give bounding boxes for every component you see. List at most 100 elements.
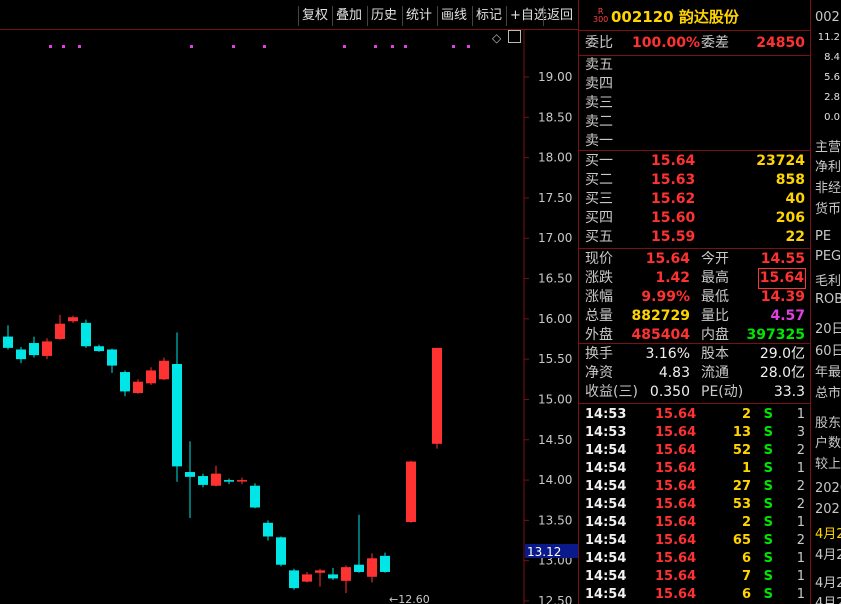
- buy-level-row: 买四 15.60 206: [579, 209, 811, 228]
- far-text-label: 户数: [815, 436, 841, 451]
- candle-body: [146, 370, 156, 384]
- buy-level-volume: 23724: [756, 153, 805, 169]
- far-text-label: 2020: [815, 481, 841, 496]
- stat-value: 15.64: [757, 268, 807, 289]
- price-tick-label: 12.50: [538, 594, 572, 604]
- tick-price: 15.64: [655, 497, 697, 512]
- sell-level-row: 卖一: [579, 132, 811, 151]
- buy-level-label: 买五: [585, 229, 613, 245]
- tick-side: S: [763, 533, 773, 548]
- quote-panel: R 300 002120 韵达股份 委比 100.00% 委差 24850 卖五卖…: [578, 0, 811, 604]
- tick-side: S: [763, 515, 773, 530]
- low-price-label: ←12.60: [389, 593, 430, 604]
- far-text-label: 4月2: [815, 576, 841, 591]
- tick-volume: 6: [741, 551, 751, 566]
- price-tick-label: 14.50: [538, 433, 572, 447]
- buy-level-price: 15.60: [651, 210, 696, 226]
- candle-body: [185, 472, 195, 477]
- tick-side: S: [763, 569, 773, 584]
- buy-level-volume: 22: [785, 229, 805, 245]
- candle-body: [237, 480, 247, 482]
- toolbar-back-button[interactable]: 返回: [543, 6, 576, 26]
- tick-price: 15.64: [655, 443, 697, 458]
- fund-label: 净资: [585, 365, 613, 381]
- stock-header: R 300 002120 韵达股份: [579, 0, 811, 31]
- far-text-label: 主营: [815, 140, 841, 155]
- far-text-label: 4月2: [815, 548, 841, 563]
- tick-side: S: [763, 407, 773, 422]
- tick-time: 14:54: [585, 533, 627, 548]
- trade-tick-row: 14:54 15.64 7 S 1: [579, 568, 811, 586]
- tick-count: 1: [796, 407, 805, 422]
- buy-level-price: 15.62: [651, 191, 696, 207]
- tick-count: 2: [796, 479, 805, 494]
- candle-body: [380, 555, 390, 572]
- fund-label: 换手: [585, 346, 613, 362]
- stock-code-name[interactable]: 002120 韵达股份: [611, 6, 739, 27]
- quote-stat-row: 现价 15.64 今开 14.55: [579, 250, 811, 269]
- tick-volume: 65: [732, 533, 751, 548]
- candle-body: [432, 347, 442, 444]
- toolbar-draw-line-button[interactable]: 画线: [437, 6, 470, 26]
- fundamental-row: 净资 4.83 流通 28.0亿: [579, 364, 811, 383]
- stat-value: 15.64: [645, 251, 690, 267]
- buy-level-price: 15.59: [651, 229, 696, 245]
- toolbar-statistics-button[interactable]: 统计: [402, 6, 435, 26]
- far-text-label: ROB: [815, 292, 841, 307]
- fund-value: 28.0亿: [759, 365, 805, 381]
- far-text-label: 毛利: [815, 274, 841, 289]
- fund-label: 流通: [701, 365, 729, 381]
- tick-volume: 7: [741, 569, 751, 584]
- price-tick-label: 17.00: [538, 231, 572, 245]
- quote-stat-row: 总量 882729 量比 4.57: [579, 307, 811, 326]
- toolbar-overlay-button[interactable]: 叠加: [332, 6, 365, 26]
- tick-side: S: [763, 551, 773, 566]
- toolbar-history-button[interactable]: 历史: [367, 6, 400, 26]
- sell-level-label: 卖一: [585, 133, 613, 149]
- candle-body: [341, 567, 351, 581]
- tick-volume: 6: [741, 587, 751, 602]
- candle-body: [367, 558, 377, 577]
- buy-level-volume: 206: [775, 210, 805, 226]
- event-marker-dot: [452, 45, 455, 48]
- far-text-label: 4月2: [815, 596, 841, 604]
- price-tick-label: 16.50: [538, 272, 572, 286]
- sell-level-row: 卖五: [579, 56, 811, 75]
- fundamental-row: 换手 3.16% 股本 29.0亿: [579, 345, 811, 364]
- sell-level-row: 卖四: [579, 75, 811, 94]
- tick-side: S: [763, 497, 773, 512]
- fund-label: PE(动): [701, 384, 744, 400]
- trade-tick-row: 14:54 15.64 2 S 1: [579, 514, 811, 532]
- candle-body: [107, 349, 117, 366]
- trade-tick-row: 14:54 15.64 6 S 1: [579, 550, 811, 568]
- tick-price: 15.64: [655, 425, 697, 440]
- far-text-label: 4月2: [815, 527, 841, 542]
- far-text-label: 股东: [815, 416, 841, 431]
- tick-volume: 13: [732, 425, 751, 440]
- toolbar-restore-rights-button[interactable]: 复权: [298, 6, 331, 26]
- tick-price: 15.64: [655, 407, 697, 422]
- far-axis-value: 5.6: [824, 72, 840, 83]
- far-text-label: 非经: [815, 181, 841, 196]
- trade-tick-row: 14:54 15.64 1 S 1: [579, 460, 811, 478]
- sell-level-label: 卖二: [585, 114, 613, 130]
- far-text-label: 年最: [815, 365, 841, 380]
- stat-label: 今开: [701, 251, 729, 267]
- candle-body: [94, 346, 104, 352]
- event-marker-dot: [263, 45, 266, 48]
- candle-body: [16, 349, 26, 360]
- stat-value: 1.42: [655, 270, 690, 286]
- event-marker-dot: [190, 45, 193, 48]
- stat-value: 14.55: [760, 251, 805, 267]
- tick-count: 2: [796, 497, 805, 512]
- fund-label: 股本: [701, 346, 729, 362]
- tick-side: S: [763, 587, 773, 602]
- fund-value: 0.350: [649, 384, 690, 400]
- candle-body: [42, 341, 52, 356]
- tick-time: 14:54: [585, 569, 627, 584]
- far-text-label: PE: [815, 229, 832, 244]
- stat-label: 最高: [701, 270, 729, 286]
- event-marker-dot: [232, 45, 235, 48]
- toolbar-mark-button[interactable]: 标记: [472, 6, 505, 26]
- trade-tick-row: 14:53 15.64 2 S 1: [579, 406, 811, 424]
